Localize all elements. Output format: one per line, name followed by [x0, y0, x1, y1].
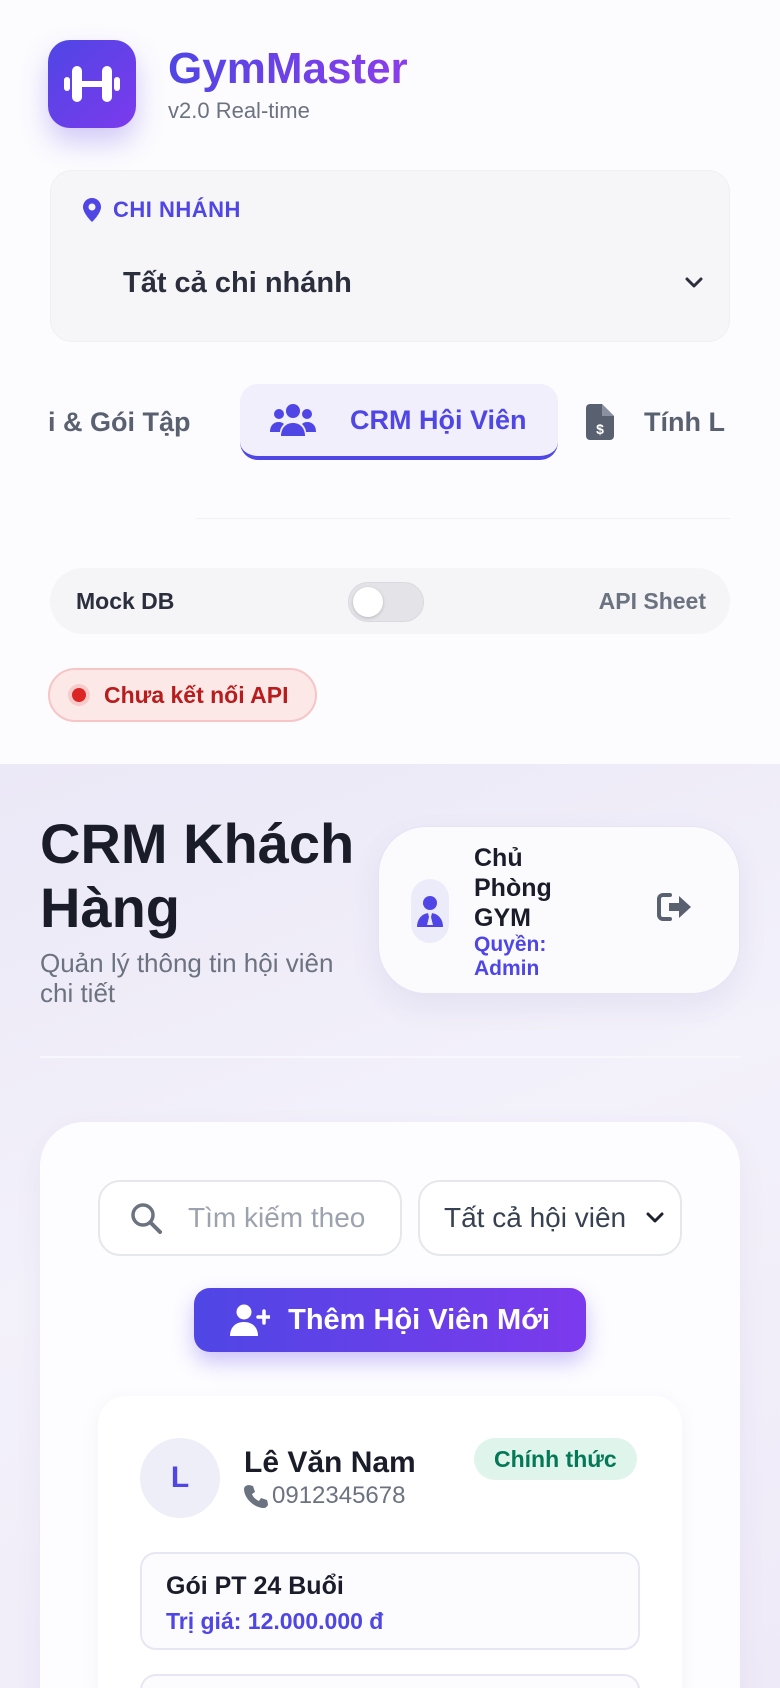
user-role: Quyền: Admin: [474, 933, 547, 980]
member-phone-text: 0912345678: [272, 1482, 406, 1509]
page-title: CRM Khách Hàng: [40, 812, 355, 939]
header-divider: [40, 1056, 740, 1058]
sidebar: GymMaster v2.0 Real-time CHI NHÁNH Tất c…: [0, 0, 780, 764]
members-panel: Tất cả hội viên Thêm Hội Viên Mới L Lê V…: [40, 1122, 740, 1688]
package-box: Gói PT 24 Buổi Trị giá: 12.000.000 đ: [140, 1552, 640, 1650]
chevron-down-icon: [646, 1212, 664, 1223]
package-value: Trị giá: 12.000.000 đ: [166, 1608, 384, 1634]
app-logo[interactable]: [48, 40, 136, 128]
app-version: v2.0 Real-time: [168, 98, 310, 123]
toggle-knob: [353, 587, 383, 617]
api-status-text: Chưa kết nối API: [104, 681, 289, 708]
map-pin-icon: [83, 198, 101, 222]
search-box[interactable]: [98, 1180, 402, 1256]
avatar[interactable]: [411, 879, 449, 943]
tab-crm-members[interactable]: CRM Hội Viên: [240, 384, 558, 460]
branch-select[interactable]: Tất cả chi nhánh: [123, 259, 703, 307]
member-phone: 0912345678: [244, 1482, 405, 1510]
package-name: Gói PT 24 Buổi: [166, 1572, 344, 1600]
tabs-divider: [196, 518, 730, 519]
app-title: GymMaster: [168, 44, 408, 93]
user-name: Chủ Phòng GYM: [474, 844, 552, 932]
member-name: Lê Văn Nam: [244, 1446, 416, 1479]
branch-select-value: Tất cả chi nhánh: [123, 266, 352, 299]
user-profile-card: Chủ Phòng GYM Quyền: Admin: [378, 826, 740, 994]
package-box-partial: [140, 1674, 640, 1688]
data-source-switch: Mock DB API Sheet: [50, 568, 730, 634]
page-subtitle: Quản lý thông tin hội viên chi tiết: [40, 948, 334, 1008]
status-badge: Chính thức: [474, 1438, 637, 1480]
logout-icon: [657, 893, 691, 921]
dumbbell-icon: [64, 66, 120, 102]
search-icon: [131, 1203, 162, 1234]
user-tie-icon: [417, 896, 443, 927]
svg-text:$: $: [596, 421, 604, 437]
branch-label-text: CHI NHÁNH: [113, 197, 241, 222]
member-filter-value: Tất cả hội viên: [444, 1202, 627, 1233]
data-source-toggle[interactable]: [348, 582, 424, 622]
crm-main: CRM Khách Hàng Quản lý thông tin hội viê…: [0, 764, 780, 1688]
api-sheet-label: API Sheet: [598, 588, 706, 614]
api-status-badge: Chưa kết nối API: [48, 668, 317, 722]
list-item[interactable]: L Lê Văn Nam 0912345678 Chính thức Gói P…: [98, 1396, 682, 1688]
member-filter-select[interactable]: Tất cả hội viên: [418, 1180, 682, 1256]
users-icon: [270, 404, 316, 436]
member-avatar: L: [140, 1438, 220, 1518]
tab-packages[interactable]: i & Gói Tập: [48, 384, 191, 460]
chevron-down-icon: [685, 277, 703, 288]
tab-payroll-label: Tính L: [644, 406, 725, 437]
nav-tabs: i & Gói Tập CRM Hội Viên $ Tính L: [0, 380, 780, 470]
status-dot-icon: [72, 688, 86, 702]
tab-crm-members-label: CRM Hội Viên: [350, 404, 527, 435]
phone-icon: [244, 1485, 268, 1508]
branch-selector-card: CHI NHÁNH Tất cả chi nhánh: [50, 170, 730, 342]
invoice-dollar-icon: $: [586, 404, 614, 440]
tab-packages-label: i & Gói Tập: [48, 406, 191, 437]
mock-db-label: Mock DB: [76, 588, 175, 614]
user-plus-icon: [230, 1304, 271, 1336]
add-member-button[interactable]: Thêm Hội Viên Mới: [194, 1288, 586, 1352]
search-input[interactable]: [188, 1202, 378, 1234]
add-member-label: Thêm Hội Viên Mới: [288, 1303, 550, 1336]
tab-payroll[interactable]: $ Tính L: [586, 384, 734, 460]
branch-label: CHI NHÁNH: [83, 197, 241, 223]
logout-button[interactable]: [655, 887, 695, 927]
